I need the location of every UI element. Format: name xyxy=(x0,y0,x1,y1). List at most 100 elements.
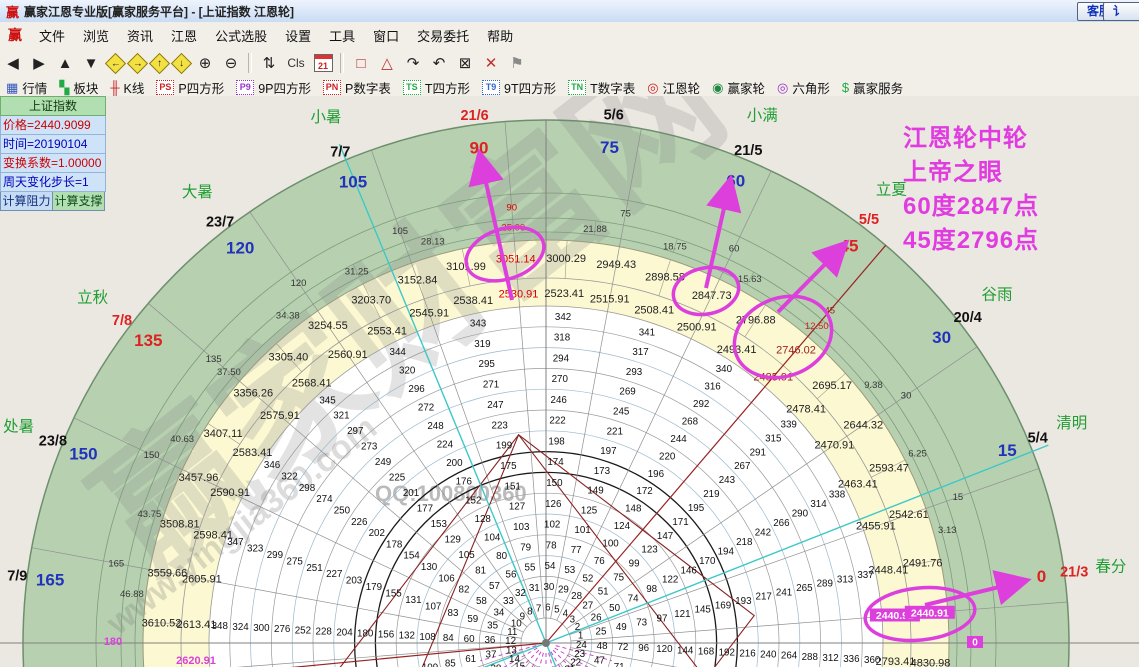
p-table-button-icon: PN xyxy=(323,79,342,95)
zoom-in-icon[interactable]: ⊕ xyxy=(193,51,217,75)
partial-button[interactable]: 讠 xyxy=(1103,2,1139,21)
menu-item-交易委托[interactable]: 交易委托 xyxy=(408,26,478,47)
svg-text:322: 322 xyxy=(281,471,297,482)
svg-text:150: 150 xyxy=(69,444,97,463)
menu-item-公式选股[interactable]: 公式选股 xyxy=(206,26,276,47)
t-table-button[interactable]: TN T数字表 xyxy=(564,78,639,97)
menu-item-帮助[interactable]: 帮助 xyxy=(478,26,522,47)
cross-box-icon[interactable]: ⊠ xyxy=(453,51,477,75)
hexagon-button[interactable]: ◎ 六角形 xyxy=(773,78,834,97)
service-button[interactable]: $ 赢家服务 xyxy=(838,78,907,97)
9p-square-button-label: 9P四方形 xyxy=(258,81,312,96)
svg-text:12.50: 12.50 xyxy=(805,321,829,332)
menu-item-浏览[interactable]: 浏览 xyxy=(74,26,118,47)
down-icon[interactable]: ▼ xyxy=(79,51,103,75)
calc-support-button[interactable]: 计算支撑 xyxy=(53,192,105,211)
quote-button[interactable]: ▦ 行情 xyxy=(2,78,51,97)
svg-text:21.88: 21.88 xyxy=(583,224,607,235)
svg-text:3152.84: 3152.84 xyxy=(398,275,438,287)
diamond-left-icon[interactable]: ← xyxy=(104,52,126,74)
svg-text:2568.41: 2568.41 xyxy=(292,377,332,389)
menu-item-窗口[interactable]: 窗口 xyxy=(364,26,408,47)
forward-icon[interactable]: ▶ xyxy=(27,51,51,75)
svg-text:101: 101 xyxy=(574,525,590,536)
svg-text:290: 290 xyxy=(792,509,809,520)
winner-wheel-button-icon: ◉ xyxy=(712,79,724,95)
menu-item-资讯[interactable]: 资讯 xyxy=(118,26,162,47)
svg-text:81: 81 xyxy=(475,565,486,576)
9t-square-button[interactable]: T9 9T四方形 xyxy=(478,78,560,97)
board-icon[interactable]: ⚑ xyxy=(505,51,529,75)
svg-text:15: 15 xyxy=(998,441,1017,460)
svg-text:179: 179 xyxy=(366,582,382,593)
svg-text:7/8: 7/8 xyxy=(112,313,132,329)
svg-text:250: 250 xyxy=(334,505,351,516)
svg-text:318: 318 xyxy=(554,333,571,344)
hexagon-button-icon: ◎ xyxy=(776,79,789,95)
svg-text:0: 0 xyxy=(1037,567,1046,586)
svg-text:315: 315 xyxy=(765,433,782,444)
svg-text:180: 180 xyxy=(104,636,122,648)
sector-button[interactable]: ▚ 板块 xyxy=(55,78,102,97)
t-square-button[interactable]: TS T四方形 xyxy=(399,78,474,97)
menu-items: 文件 浏览 资讯 江恩 公式选股 设置 工具 窗口 交易委托 帮助 xyxy=(30,26,522,45)
svg-text:195: 195 xyxy=(688,503,705,514)
diamond-up-icon[interactable]: ↑ xyxy=(148,52,170,74)
calendar-icon[interactable]: 21 xyxy=(311,51,335,75)
back-icon[interactable]: ◀ xyxy=(1,51,25,75)
gann-wheel-button-label: 江恩轮 xyxy=(662,81,701,96)
svg-text:2644.32: 2644.32 xyxy=(843,419,883,431)
panel-value-row: 时间=20190104 xyxy=(0,135,106,154)
quote-button-label: 行情 xyxy=(22,81,48,96)
svg-text:6.25: 6.25 xyxy=(908,449,927,460)
t-square-button-icon: TS xyxy=(402,79,421,95)
svg-text:15: 15 xyxy=(953,492,964,503)
svg-text:144: 144 xyxy=(677,645,694,656)
svg-text:21/3: 21/3 xyxy=(1060,565,1088,581)
svg-text:129: 129 xyxy=(445,534,461,545)
cls-button[interactable]: Cls xyxy=(283,51,309,75)
rotate-ccw-icon[interactable]: ↶ xyxy=(427,51,451,75)
menu-item-江恩[interactable]: 江恩 xyxy=(162,26,206,47)
calc-resistance-button[interactable]: 计算阻力 xyxy=(0,192,53,211)
menu-item-工具[interactable]: 工具 xyxy=(320,26,364,47)
svg-text:105: 105 xyxy=(458,550,475,561)
svg-text:61: 61 xyxy=(465,654,476,665)
square-tool-icon[interactable]: □ xyxy=(349,51,373,75)
p-table-button[interactable]: PN P数字表 xyxy=(319,78,395,97)
gann-wheel-button[interactable]: ◎ 江恩轮 xyxy=(643,78,704,97)
svg-text:244: 244 xyxy=(670,434,687,445)
zoom-out-icon[interactable]: ⊖ xyxy=(219,51,243,75)
9p-square-button[interactable]: P9 9P四方形 xyxy=(232,78,315,97)
svg-text:53: 53 xyxy=(564,565,575,576)
svg-text:9.38: 9.38 xyxy=(864,380,883,391)
updown-icon[interactable]: ⇅ xyxy=(257,51,281,75)
svg-text:104: 104 xyxy=(484,532,501,543)
svg-text:222: 222 xyxy=(549,416,565,427)
menu-item-文件[interactable]: 文件 xyxy=(30,26,74,47)
diamond-right-icon[interactable]: → xyxy=(126,52,148,74)
svg-text:4: 4 xyxy=(563,608,569,619)
rotate-cw-icon[interactable]: ↷ xyxy=(401,51,425,75)
p-square-button[interactable]: PS P四方形 xyxy=(152,78,228,97)
svg-text:293: 293 xyxy=(626,367,643,378)
svg-text:77: 77 xyxy=(571,545,582,556)
kline-button[interactable]: ╫ K线 xyxy=(106,78,148,97)
converge-icon[interactable]: ✕ xyxy=(479,51,503,75)
svg-text:30: 30 xyxy=(932,328,951,347)
svg-text:18.75: 18.75 xyxy=(663,241,687,252)
triangle-tool-icon[interactable]: △ xyxy=(375,51,399,75)
svg-text:241: 241 xyxy=(776,587,792,598)
svg-text:313: 313 xyxy=(837,574,854,585)
menu-item-设置[interactable]: 设置 xyxy=(276,26,320,47)
svg-text:272: 272 xyxy=(418,403,434,414)
svg-text:51: 51 xyxy=(598,587,609,598)
diamond-down-icon[interactable]: ↓ xyxy=(170,52,192,74)
t-square-button-label: T四方形 xyxy=(424,81,471,96)
svg-text:201: 201 xyxy=(403,488,419,499)
up-icon[interactable]: ▲ xyxy=(53,51,77,75)
winner-wheel-button[interactable]: ◉ 赢家轮 xyxy=(708,78,769,97)
p-square-button-icon: PS xyxy=(156,79,175,95)
svg-text:56: 56 xyxy=(506,569,517,580)
svg-text:288: 288 xyxy=(802,652,819,663)
